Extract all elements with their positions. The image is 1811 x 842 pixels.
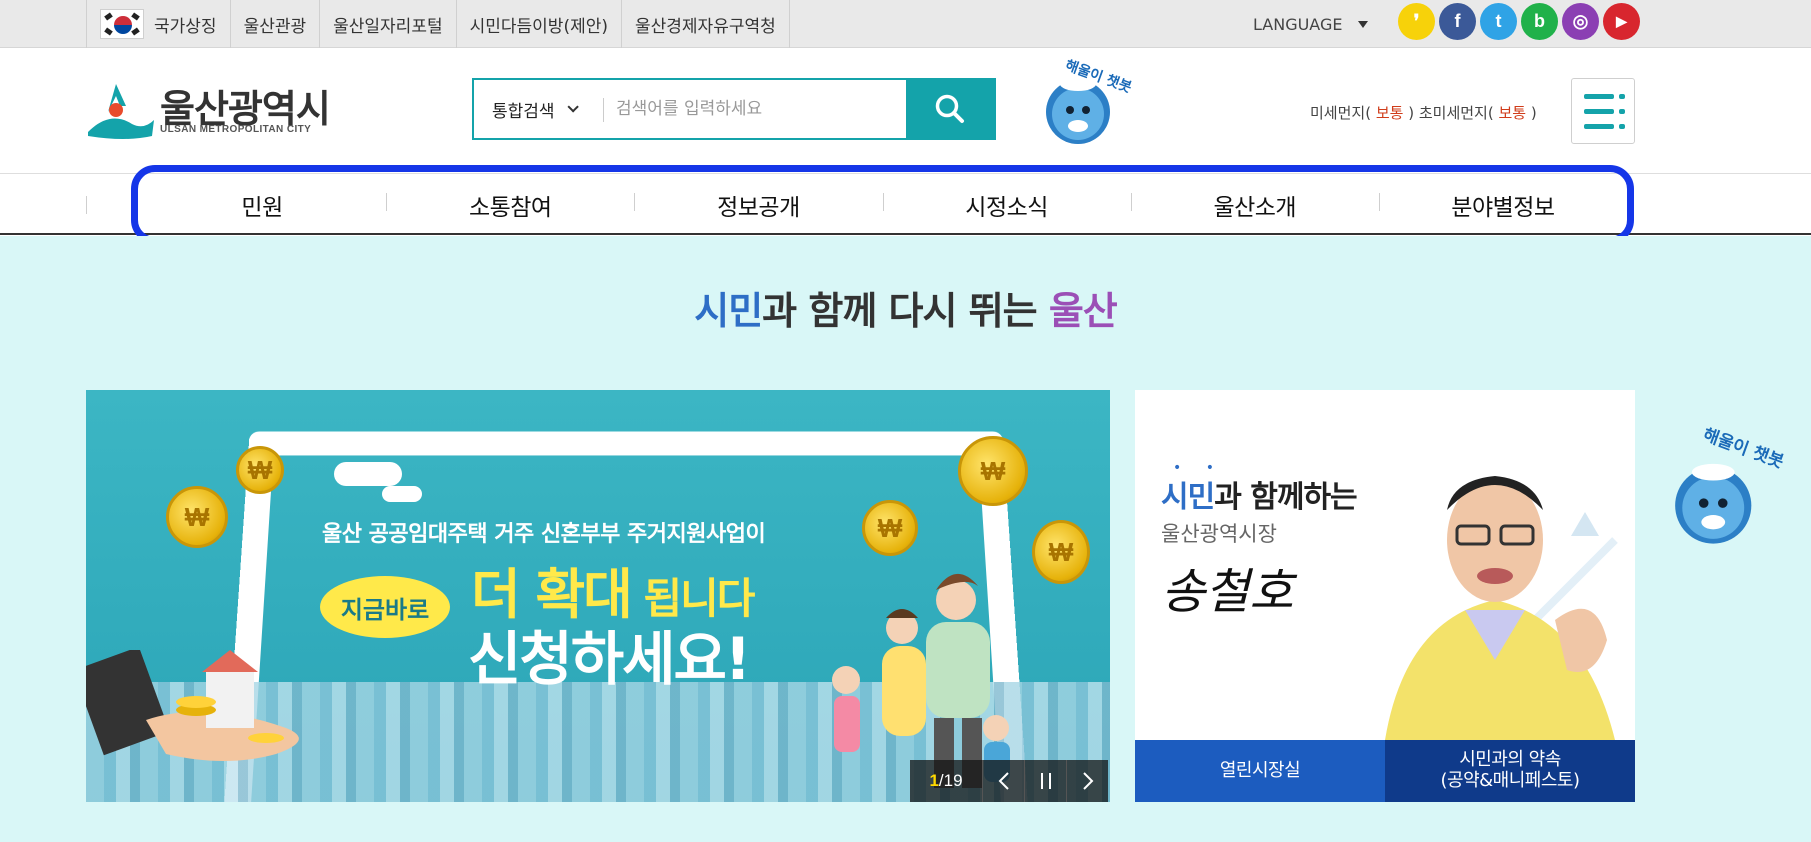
- facebook-icon[interactable]: f: [1439, 3, 1476, 40]
- twitter-icon[interactable]: t: [1480, 3, 1517, 40]
- nav-city-news[interactable]: 시정소식: [882, 188, 1131, 222]
- slogan-part-citizen: 시민: [694, 289, 763, 333]
- slide-prev-button[interactable]: [982, 760, 1024, 802]
- dust-close-paren: ): [1530, 104, 1537, 122]
- slide-next-button[interactable]: [1066, 760, 1108, 802]
- pm25-label: ) 초미세먼지(: [1408, 104, 1494, 122]
- all-menu-button[interactable]: [1571, 78, 1635, 144]
- coin-graphic: ₩: [236, 446, 284, 494]
- nav-field-information[interactable]: 분야별정보: [1378, 188, 1627, 222]
- banner-line3: 신청하세요!: [468, 625, 751, 693]
- nav-communication[interactable]: 소통참여: [386, 188, 634, 222]
- mayor-promise-label: 시민과의 약속 (공약&매니페스토): [1440, 749, 1580, 791]
- open-mayor-office-button[interactable]: 열린시장실: [1135, 740, 1385, 802]
- nav-civil-service[interactable]: 민원: [138, 188, 386, 222]
- mayor-promise-button[interactable]: 시민과의 약속 (공약&매니페스토): [1385, 740, 1635, 802]
- language-label: LANGUAGE: [1253, 14, 1343, 34]
- nav-divider: [86, 196, 87, 214]
- banner-slide-controls: 1 / 19: [910, 760, 1110, 802]
- chevron-down-icon: [567, 101, 579, 113]
- slogan-part-ulsan: 울산: [1048, 289, 1118, 333]
- caret-down-icon: [1358, 20, 1369, 28]
- banner-badge: 지금바로: [320, 576, 450, 638]
- instagram-icon[interactable]: ◎: [1562, 3, 1599, 40]
- mayor-signature: 송철호: [1161, 564, 1294, 620]
- language-dropdown[interactable]: LANGUAGE: [1253, 0, 1369, 48]
- slide-total: 19: [943, 771, 963, 790]
- top-utility-bar: 국가상징 울산관광 울산일자리포털 시민다듬이방(제안) 울산경제자유구역청 L…: [0, 0, 1811, 48]
- main-navigation: 민원 소통참여 정보공개 시정소식 울산소개 분야별정보: [131, 165, 1634, 244]
- cloud-graphic: [382, 486, 422, 502]
- mayor-promise-line2: (공약&매니페스토): [1440, 770, 1580, 791]
- mayor-title: 시민과 함께하는: [1161, 472, 1358, 516]
- mayor-title-rest: 과 함께하는: [1214, 480, 1357, 515]
- search-scope-select[interactable]: 통합검색: [474, 80, 604, 138]
- blog-icon[interactable]: b: [1521, 3, 1558, 40]
- banner-line1: 울산 공공임대주택 거주 신혼부부 주거지원사업이: [322, 522, 766, 547]
- youtube-icon[interactable]: ▶: [1603, 3, 1640, 40]
- tourism-link[interactable]: 울산관광: [231, 0, 321, 48]
- kakaostory-icon[interactable]: ❜: [1398, 3, 1435, 40]
- mayor-subtitle: 울산광역시장: [1161, 522, 1277, 546]
- pm10-status: 보통: [1375, 104, 1404, 122]
- national-symbol-label: 국가상징: [154, 16, 217, 37]
- slide-counter: 1 / 19: [910, 760, 982, 802]
- logo-emblem-icon: [88, 84, 154, 139]
- slide-pause-button[interactable]: [1024, 760, 1066, 802]
- national-symbol-link[interactable]: 국가상징: [87, 0, 231, 48]
- main-banner-slide[interactable]: ₩ ₩ ₩ ₩ ₩ 울산 공공임대주택 거주 신혼부부 주거지원사업이 지금바로…: [86, 390, 1110, 802]
- free-economic-zone-link[interactable]: 울산경제자유구역청: [622, 0, 790, 48]
- search-input[interactable]: [604, 80, 906, 138]
- logo-subtitle: ULSAN METROPOLITAN CITY: [160, 124, 312, 135]
- coin-graphic: ₩: [958, 436, 1028, 506]
- social-links: ❜ f t b ◎ ▶: [1398, 3, 1640, 40]
- pm25-status: 보통: [1498, 104, 1527, 122]
- pause-icon: [1040, 773, 1051, 789]
- search-icon: [935, 94, 964, 123]
- city-logo[interactable]: 울산광역시 ULSAN METROPOLITAN CITY: [86, 76, 346, 144]
- slogan-part-middle: 과 함께 다시 뛰는: [762, 289, 1049, 333]
- hand-with-coins-graphic: [86, 650, 299, 761]
- mayor-title-citizen: 시민: [1161, 480, 1215, 515]
- mayor-promise-line1: 시민과의 약속: [1459, 749, 1561, 771]
- slide-current: 1: [929, 771, 939, 790]
- mayor-buttons: 열린시장실 시민과의 약속 (공약&매니페스토): [1135, 740, 1635, 802]
- search-button[interactable]: [906, 80, 994, 138]
- nav-about-ulsan[interactable]: 울산소개: [1130, 188, 1379, 222]
- pm10-label: 미세먼지(: [1310, 104, 1372, 122]
- top-links: 국가상징 울산관광 울산일자리포털 시민다듬이방(제안) 울산경제자유구역청: [86, 0, 790, 48]
- nav-information-disclosure[interactable]: 정보공개: [634, 188, 882, 222]
- korean-flag-icon: [100, 9, 144, 39]
- mayor-photo: [1385, 476, 1618, 740]
- search-bar: 통합검색: [472, 78, 996, 140]
- fine-dust-status: 미세먼지( 보통 ) 초미세먼지( 보통 ): [1310, 102, 1537, 123]
- citizen-proposal-link[interactable]: 시민다듬이방(제안): [457, 0, 622, 48]
- chevron-right-icon: [1082, 772, 1093, 790]
- cloud-graphic: [334, 462, 402, 486]
- chevron-left-icon: [998, 772, 1009, 790]
- search-scope-label: 통합검색: [492, 101, 555, 122]
- city-slogan: 시민과 함께 다시 뛰는 울산: [0, 280, 1811, 335]
- coin-graphic: ₩: [166, 486, 228, 548]
- job-portal-link[interactable]: 울산일자리포털: [320, 0, 457, 48]
